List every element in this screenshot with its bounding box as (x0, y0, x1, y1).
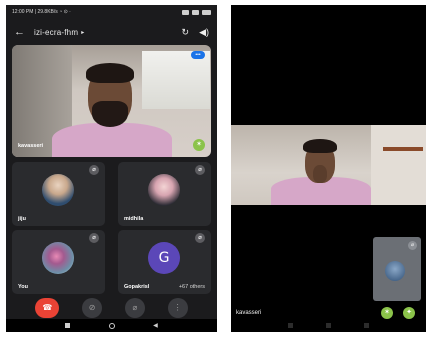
battery-icon (202, 9, 211, 15)
home-icon[interactable] (108, 322, 115, 329)
call-controls: ☎ ⊘ ⌀ ⋮ (6, 297, 217, 319)
camera-off-button[interactable]: ⊘ (82, 298, 103, 318)
mic-off-button[interactable]: ⌀ (124, 298, 145, 318)
status-icons (182, 9, 211, 15)
recents-icon[interactable] (287, 323, 293, 328)
more-options-button[interactable]: ⋮ (167, 298, 188, 318)
mic-off-icon: ⌀ (195, 165, 205, 175)
video-background-window (142, 51, 210, 109)
speaking-indicator-icon: ••• (191, 51, 205, 59)
avatar (148, 174, 180, 206)
speaker-icon[interactable]: ◀) (199, 27, 209, 38)
end-call-button[interactable]: ☎ (35, 298, 60, 318)
video-background-door (371, 125, 426, 205)
meeting-header: ← izi-ecra-fhm ▸ ↻ ◀) (6, 21, 217, 43)
mic-off-icon: ⌀ (195, 233, 205, 243)
system-nav-bar (231, 319, 426, 332)
pin-icon[interactable]: ✶ (193, 139, 205, 151)
status-bar: 12:00 PM | 29.8KB/s ◔ ⊙ · (6, 5, 217, 19)
chevron-right-icon[interactable]: ▸ (81, 29, 84, 36)
participant-tile-midhila[interactable]: ⌀ midhila (118, 162, 211, 226)
video-background-shelf (383, 147, 423, 151)
layout-icon[interactable]: ✦ (403, 307, 415, 319)
system-nav-bar: ◀ (6, 319, 217, 332)
main-video-tile[interactable]: ••• kavasseri ✶ (12, 45, 211, 157)
right-phone-screen: ⌀ kavasseri ✶ ✦ (231, 5, 426, 332)
participant-tile-jiju[interactable]: ⌀ jiju (12, 162, 105, 226)
participant-name: You (18, 284, 28, 290)
back-nav-icon[interactable]: ◀ (153, 322, 158, 329)
main-tile-name: kavasseri (18, 143, 44, 149)
participant-name: jiju (18, 216, 26, 222)
avatar: G (148, 242, 180, 274)
meeting-code[interactable]: izi-ecra-fhm (34, 28, 78, 37)
recents-icon[interactable] (65, 323, 71, 328)
left-phone-screen: 12:00 PM | 29.8KB/s ◔ ⊙ · ← izi-ecra-fhm… (6, 5, 217, 332)
pin-icon[interactable]: ✶ (381, 307, 393, 319)
participant-name: Gopakrisl (124, 284, 150, 290)
participant-tile-gopakrisl[interactable]: ⌀ G Gopakrisl +67 others (118, 230, 211, 294)
others-count[interactable]: +67 others (179, 284, 205, 290)
self-view-pip[interactable]: ⌀ (373, 237, 421, 301)
speaker-shirt (52, 123, 172, 157)
back-nav-icon[interactable] (364, 323, 370, 328)
participant-name: midhila (124, 216, 144, 222)
avatar (385, 261, 405, 281)
presenter-video[interactable] (231, 125, 426, 205)
avatar (42, 242, 74, 274)
speaker-hair (86, 63, 134, 83)
mic-off-icon: ⌀ (89, 165, 99, 175)
back-arrow-icon[interactable]: ← (14, 26, 28, 38)
presenter-hair (303, 139, 337, 153)
home-icon[interactable] (325, 323, 331, 328)
signal-icon (182, 9, 189, 15)
mic-off-icon: ⌀ (89, 233, 99, 243)
participant-tile-you[interactable]: ⌀ You (12, 230, 105, 294)
status-time: 12:00 PM | 29.8KB/s ◔ ⊙ · (12, 9, 71, 15)
presenter-hand (313, 165, 327, 183)
mic-off-icon: ⌀ (408, 241, 417, 250)
avatar (42, 174, 74, 206)
presenter-name: kavasseri (236, 310, 262, 316)
speaker-beard (92, 101, 128, 127)
switch-camera-icon[interactable]: ↻ (182, 27, 190, 38)
wifi-icon (192, 9, 199, 15)
